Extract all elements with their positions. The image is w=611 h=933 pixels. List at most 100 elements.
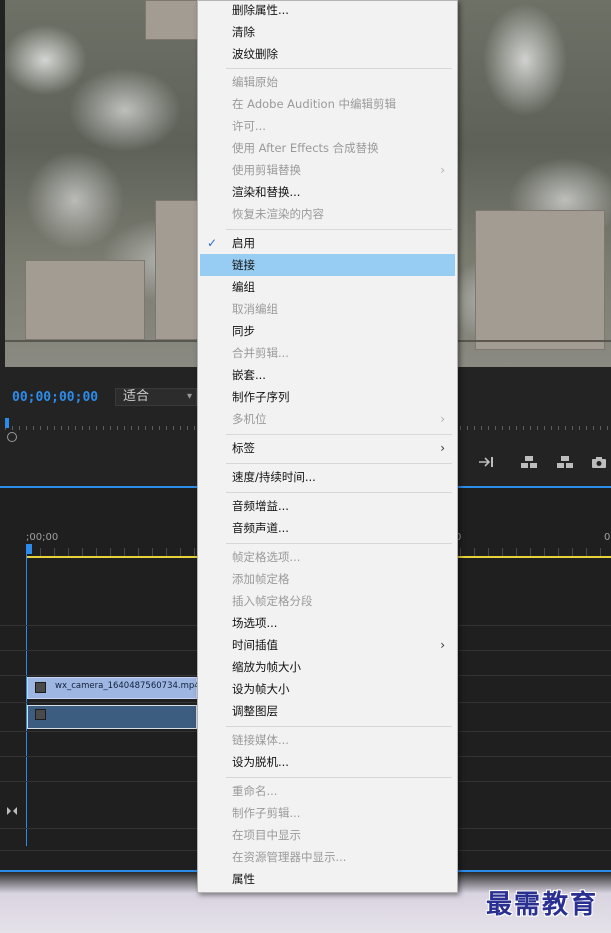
menu-item-label: 链接媒体... — [232, 733, 289, 747]
menu-item: 在项目中显示 — [200, 824, 455, 846]
menu-item-label: 设为帧大小 — [232, 682, 290, 696]
menu-separator — [226, 434, 452, 435]
submenu-arrow-icon: › — [440, 441, 445, 455]
camera-icon[interactable] — [591, 454, 607, 470]
watermark-logo: 最需教育 — [486, 890, 599, 920]
scrubber-circle-icon[interactable] — [7, 432, 17, 442]
menu-item[interactable]: 设为脱机... — [200, 751, 455, 773]
menu-item[interactable]: 场选项... — [200, 612, 455, 634]
menu-item-label: 缩放为帧大小 — [232, 660, 301, 674]
menu-item: 帧定格选项... — [200, 546, 455, 568]
menu-item-label: 设为脱机... — [232, 755, 289, 769]
monitor-playhead-icon[interactable] — [5, 418, 9, 428]
menu-item-label: 取消编组 — [232, 302, 278, 316]
video-building — [475, 210, 605, 350]
menu-item-label: 渲染和替换... — [232, 185, 301, 199]
menu-item: 在资源管理器中显示... — [200, 846, 455, 868]
submenu-arrow-icon: › — [440, 163, 445, 177]
chevron-down-icon: ▾ — [186, 391, 192, 402]
menu-item[interactable]: 标签 › — [200, 437, 455, 459]
menu-item-label: 波纹删除 — [232, 47, 278, 61]
menu-item: 合并剪辑... — [200, 342, 455, 364]
checkmark-icon: ✓ — [207, 236, 218, 250]
extract-icon[interactable] — [556, 454, 573, 470]
menu-item[interactable]: 清除 — [200, 21, 455, 43]
audio-clip[interactable] — [27, 705, 197, 729]
menu-item[interactable]: 波纹删除 — [200, 43, 455, 65]
menu-item[interactable]: 编组 — [200, 276, 455, 298]
menu-item-label: 音频声道... — [232, 521, 289, 535]
menu-item-label: 添加帧定格 — [232, 572, 290, 586]
menu-item-label: 调整图层 — [232, 704, 278, 718]
menu-separator — [226, 543, 452, 544]
menu-item[interactable]: 嵌套... — [200, 364, 455, 386]
menu-item-label: 嵌套... — [232, 368, 266, 382]
menu-item: 恢复未渲染的内容 — [200, 203, 455, 225]
clip-context-menu: 删除属性... 清除 波纹删除 编辑原始在 Adobe Audition 中编辑剪辑许… — [197, 0, 458, 893]
menu-item-label: 音频增益... — [232, 499, 289, 513]
menu-item[interactable]: 音频声道... — [200, 517, 455, 539]
submenu-arrow-icon: › — [440, 412, 445, 426]
menu-item: 制作子剪辑... — [200, 802, 455, 824]
clip-name-label: wx_camera_1640487560734.mp4 — [55, 681, 200, 691]
menu-item[interactable]: 渲染和替换... — [200, 181, 455, 203]
menu-item: 取消编组 — [200, 298, 455, 320]
menu-item-label: 时间插值 — [232, 638, 278, 652]
menu-item: 链接媒体... — [200, 729, 455, 751]
menu-item-label: 场选项... — [232, 616, 278, 630]
menu-item: 添加帧定格 — [200, 568, 455, 590]
video-clip[interactable]: wx_camera_1640487560734.mp4 — [27, 677, 200, 699]
video-building — [155, 200, 200, 340]
menu-separator — [226, 492, 452, 493]
zoom-fit-label: 适合 — [123, 389, 150, 404]
menu-item[interactable]: ✓ 启用 — [200, 232, 455, 254]
playhead-timecode[interactable]: 00;00;00;00 — [12, 390, 98, 405]
menu-item-label: 删除属性... — [232, 3, 289, 17]
timeline-playhead-line — [26, 554, 27, 846]
menu-item-label: 制作子剪辑... — [232, 806, 301, 820]
menu-item: 多机位 › — [200, 408, 455, 430]
menu-item-label: 多机位 — [232, 412, 267, 426]
track-collapse-icon[interactable] — [6, 806, 18, 819]
menu-item-label: 启用 — [232, 236, 255, 250]
video-building — [145, 0, 205, 40]
insert-icon[interactable] — [478, 454, 494, 470]
menu-item-label: 合并剪辑... — [232, 346, 289, 360]
menu-item-label: 速度/持续时间... — [232, 470, 316, 484]
menu-item: 插入帧定格分段 — [200, 590, 455, 612]
menu-item: 编辑原始 — [200, 71, 455, 93]
menu-item[interactable]: 音频增益... — [200, 495, 455, 517]
menu-item-label: 重命名... — [232, 784, 278, 798]
menu-item[interactable]: 调整图层 — [200, 700, 455, 722]
video-building — [25, 260, 145, 340]
menu-item[interactable]: 缩放为帧大小 — [200, 656, 455, 678]
menu-item-label: 编辑原始 — [232, 75, 278, 89]
menu-item[interactable]: 链接 — [200, 254, 455, 276]
timeline-playhead-icon[interactable] — [26, 544, 32, 554]
menu-separator — [226, 726, 452, 727]
zoom-fit-select[interactable]: 适合 ▾ — [115, 388, 197, 406]
menu-item-label: 使用 After Effects 合成替换 — [232, 141, 379, 155]
menu-item[interactable]: 设为帧大小 — [200, 678, 455, 700]
menu-item-label: 链接 — [232, 258, 255, 272]
menu-item[interactable]: 速度/持续时间... — [200, 466, 455, 488]
menu-item[interactable]: 属性 — [200, 868, 455, 890]
menu-item: 使用剪辑替换 › — [200, 159, 455, 181]
menu-item[interactable]: 时间插值 › — [200, 634, 455, 656]
menu-item-label: 帧定格选项... — [232, 550, 301, 564]
menu-separator — [226, 463, 452, 464]
menu-item-label: 在资源管理器中显示... — [232, 850, 347, 864]
menu-item-label: 插入帧定格分段 — [232, 594, 313, 608]
menu-item-label: 制作子序列 — [232, 390, 290, 404]
lift-icon[interactable] — [520, 454, 537, 470]
menu-item-label: 恢复未渲染的内容 — [232, 207, 324, 221]
menu-item[interactable]: 制作子序列 — [200, 386, 455, 408]
fx-badge-icon — [35, 709, 46, 720]
menu-item[interactable]: 同步 — [200, 320, 455, 342]
menu-item[interactable]: 删除属性... — [200, 0, 455, 21]
menu-item-label: 使用剪辑替换 — [232, 163, 301, 177]
menu-item-label: 编组 — [232, 280, 255, 294]
menu-item: 在 Adobe Audition 中编辑剪辑 — [200, 93, 455, 115]
fx-badge-icon — [35, 682, 46, 693]
menu-separator — [226, 68, 452, 69]
